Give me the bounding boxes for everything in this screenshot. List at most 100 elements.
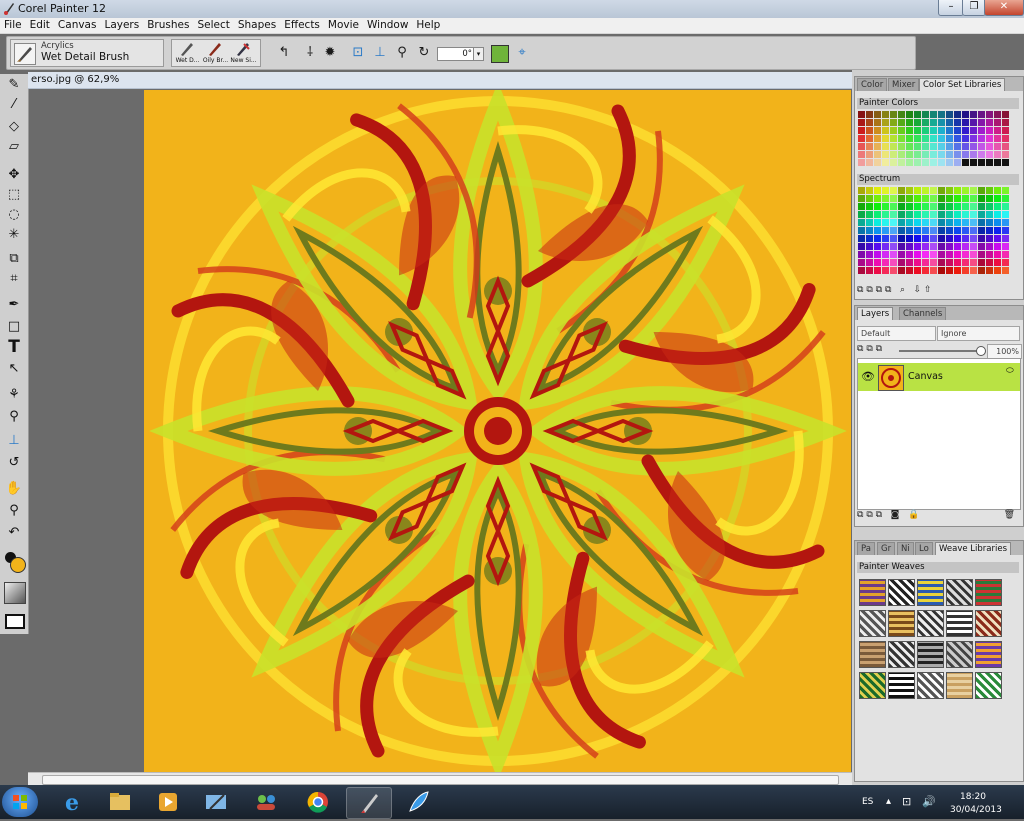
spectrum-swatch[interactable] [946, 211, 953, 218]
spectrum-swatch[interactable] [978, 243, 985, 250]
spectrum-swatch[interactable] [858, 219, 865, 226]
network-icon[interactable]: ⊡ [902, 795, 911, 808]
spectrum-swatch[interactable] [874, 251, 881, 258]
color-swatch[interactable] [970, 135, 977, 142]
color-swatch[interactable] [906, 135, 913, 142]
spectrum-swatch[interactable] [986, 203, 993, 210]
color-swatch[interactable] [874, 159, 881, 166]
spectrum-swatch[interactable] [1002, 235, 1009, 242]
spectrum-swatches[interactable] [858, 187, 1009, 274]
spectrum-swatch[interactable] [994, 259, 1001, 266]
rotation-angle-input[interactable]: 0° [437, 47, 475, 61]
main-color-swatch[interactable] [10, 557, 26, 573]
color-swatch[interactable] [954, 143, 961, 150]
weave-swatch[interactable] [888, 579, 915, 606]
canvas[interactable] [144, 90, 851, 772]
spectrum-swatch[interactable] [858, 267, 865, 274]
weave-swatch[interactable] [946, 579, 973, 606]
spectrum-swatch[interactable] [922, 187, 929, 194]
spectrum-swatch[interactable] [938, 259, 945, 266]
spectrum-swatch[interactable] [994, 195, 1001, 202]
color-swatch[interactable] [890, 159, 897, 166]
spectrum-swatch[interactable] [962, 187, 969, 194]
color-swatch[interactable] [962, 127, 969, 134]
spectrum-swatch[interactable] [914, 235, 921, 242]
spectrum-swatch[interactable] [970, 219, 977, 226]
color-swatch[interactable] [994, 111, 1001, 118]
spectrum-swatch[interactable] [922, 203, 929, 210]
spectrum-swatch[interactable] [986, 187, 993, 194]
brush-ghost-icon[interactable]: ⚲ [393, 44, 411, 62]
spectrum-swatch[interactable] [874, 227, 881, 234]
spectrum-swatch[interactable] [986, 235, 993, 242]
color-swatch[interactable] [914, 119, 921, 126]
clock-time[interactable]: 18:20 [960, 792, 986, 802]
spectrum-swatch[interactable] [882, 227, 889, 234]
close-button[interactable]: ✕ [984, 0, 1024, 16]
spectrum-swatch[interactable] [914, 259, 921, 266]
transform-tool-icon[interactable]: ⧉ [5, 250, 23, 268]
spectrum-swatch[interactable] [922, 195, 929, 202]
spectrum-swatch[interactable] [930, 211, 937, 218]
spectrum-swatch[interactable] [906, 211, 913, 218]
color-swatch[interactable] [930, 143, 937, 150]
color-swatch[interactable] [866, 119, 873, 126]
magnifier-icon[interactable]: ⚲ [5, 502, 23, 520]
weave-swatch[interactable] [975, 672, 1002, 699]
paper-selector-icon[interactable] [4, 582, 26, 604]
spectrum-swatch[interactable] [866, 195, 873, 202]
tab-layers[interactable]: Layers [857, 307, 894, 320]
spectrum-swatch[interactable] [866, 211, 873, 218]
color-swatch[interactable] [882, 151, 889, 158]
rotate-icon[interactable]: ↻ [415, 44, 433, 62]
color-swatch[interactable] [858, 159, 865, 166]
spectrum-swatch[interactable] [954, 187, 961, 194]
spectrum-swatch[interactable] [890, 267, 897, 274]
spectrum-swatch[interactable] [890, 203, 897, 210]
spectrum-swatch[interactable] [1002, 195, 1009, 202]
color-swatch[interactable] [930, 159, 937, 166]
color-swatch[interactable] [970, 151, 977, 158]
taskbar-paint[interactable] [194, 787, 238, 817]
spectrum-swatch[interactable] [962, 227, 969, 234]
color-swatch[interactable] [874, 119, 881, 126]
rectangle-shape-icon[interactable]: □ [5, 318, 23, 336]
spectrum-swatch[interactable] [930, 251, 937, 258]
recent-brush-2[interactable]: Oily Br... [202, 40, 229, 66]
spectrum-swatch[interactable] [946, 243, 953, 250]
color-swatch[interactable] [986, 135, 993, 142]
spectrum-swatch[interactable] [938, 187, 945, 194]
color-swatch[interactable] [914, 159, 921, 166]
spectrum-swatch[interactable] [890, 243, 897, 250]
color-swatch[interactable] [922, 151, 929, 158]
text-tool-icon[interactable]: T [5, 338, 23, 356]
spectrum-swatch[interactable] [930, 267, 937, 274]
spectrum-swatch[interactable] [954, 251, 961, 258]
tab-channels[interactable]: Channels [899, 307, 947, 320]
spectrum-swatch[interactable] [946, 235, 953, 242]
spectrum-swatch[interactable] [970, 227, 977, 234]
visibility-eye-icon[interactable]: 👁 [861, 370, 875, 383]
remove-color-icon[interactable]: ⧉ [876, 285, 882, 295]
taskbar-painter[interactable] [346, 787, 392, 819]
taskbar-explorer[interactable] [98, 787, 142, 817]
color-swatch[interactable] [922, 127, 929, 134]
weave-swatch[interactable] [975, 610, 1002, 637]
tab-color[interactable]: Color [857, 78, 888, 91]
color-swatch[interactable] [954, 135, 961, 142]
recent-brush-3[interactable]: New Si... [230, 40, 257, 66]
spectrum-swatch[interactable] [890, 259, 897, 266]
color-swatch[interactable] [898, 127, 905, 134]
spectrum-swatch[interactable] [866, 219, 873, 226]
color-swatch[interactable] [858, 151, 865, 158]
spectrum-swatch[interactable] [866, 267, 873, 274]
color-swatch[interactable] [930, 135, 937, 142]
spectrum-swatch[interactable] [994, 219, 1001, 226]
color-swatch[interactable] [938, 127, 945, 134]
spectrum-swatch[interactable] [882, 195, 889, 202]
color-swatch[interactable] [946, 159, 953, 166]
spectrum-swatch[interactable] [978, 251, 985, 258]
weave-swatch[interactable] [975, 579, 1002, 606]
color-swatch[interactable] [906, 151, 913, 158]
spectrum-swatch[interactable] [986, 219, 993, 226]
